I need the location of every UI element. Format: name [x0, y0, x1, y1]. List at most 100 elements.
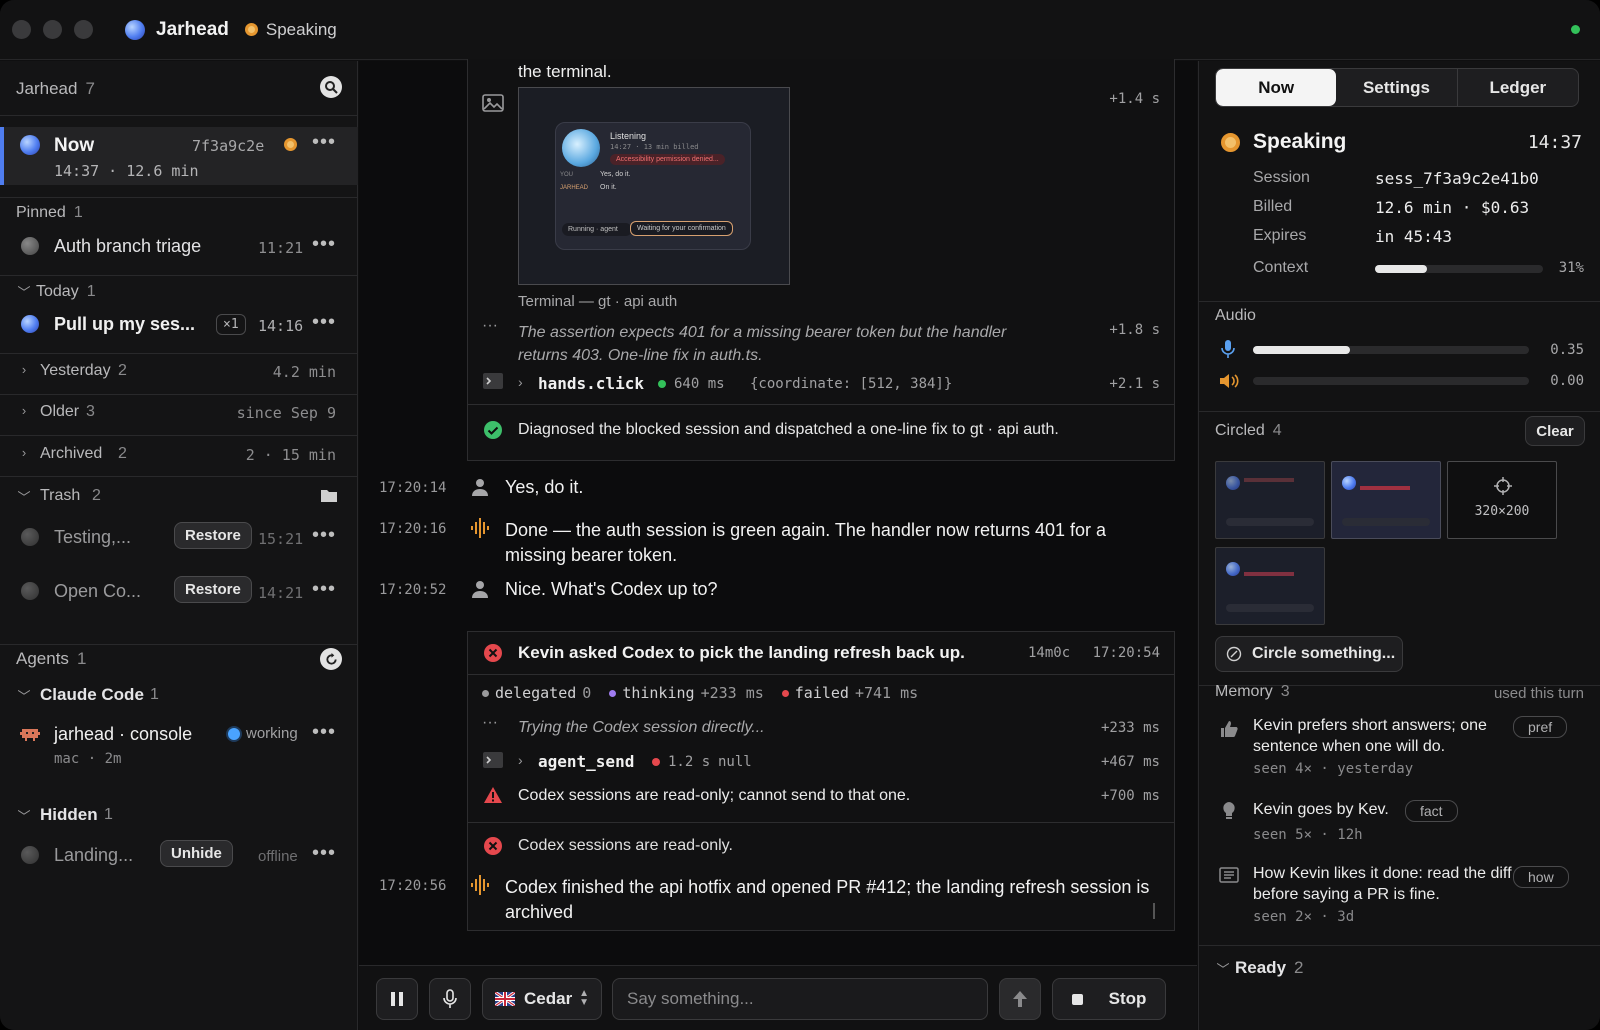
detail-value[interactable]: sess_7f3a9c2e41b0	[1375, 169, 1539, 188]
lightbulb-icon	[1223, 802, 1235, 819]
detail-key: Session	[1253, 169, 1310, 186]
app-window: Jarhead Speaking Jarhead 7 Now 7f3a9c2e …	[0, 0, 1600, 1030]
trash-section-header[interactable]: ﹀ Trash 2	[0, 484, 358, 508]
sidebar-item-auth-branch-triage[interactable]: Auth branch triage 11:21 •••	[0, 233, 358, 261]
stat-dot-icon	[609, 689, 617, 697]
circled-thumbnail[interactable]	[1215, 461, 1325, 539]
hidden-section-header[interactable]: ﹀ Hidden 1	[0, 803, 358, 827]
more-options-icon[interactable]: •••	[312, 311, 336, 334]
memory-item[interactable]: Kevin goes by Kev. fact seen 5× · 12h	[1199, 799, 1600, 849]
close-window-button[interactable]	[12, 20, 31, 39]
circled-thumbnail[interactable]	[1215, 547, 1325, 625]
archived-section-header[interactable]: › Archived 2 2 · 15 min	[0, 442, 358, 466]
context-label: Context	[1253, 259, 1309, 276]
circled-thumbnail[interactable]	[1331, 461, 1441, 539]
older-section-header[interactable]: › Older 3 since Sep 9	[0, 400, 358, 424]
mini-meta: 14:27 · 13 min billed	[610, 143, 699, 151]
message-row: 17:20:16 Done — the auth session is gree…	[359, 516, 1197, 572]
clear-circled-button[interactable]: Clear	[1525, 416, 1585, 446]
tab-now[interactable]: Now	[1216, 69, 1337, 106]
pause-button[interactable]	[376, 978, 418, 1020]
more-options-icon[interactable]: •••	[312, 578, 336, 601]
more-options-icon[interactable]: •••	[312, 524, 336, 547]
mini-running: Running · agent	[562, 223, 632, 236]
minimize-window-button[interactable]	[43, 20, 62, 39]
title-bar: Jarhead Speaking	[0, 0, 1600, 60]
sidebar-item-now[interactable]: Now 7f3a9c2e ••• 14:37 · 12.6 min	[0, 127, 358, 185]
image-caption: Terminal — gt · api auth	[518, 293, 678, 310]
terminal-icon	[483, 373, 503, 389]
message-time: 17:20:52	[379, 582, 447, 598]
pinned-label: Pinned	[16, 204, 66, 221]
circle-region-placeholder[interactable]: 320×200	[1447, 461, 1557, 539]
memory-item[interactable]: Kevin prefers short answers; one sentenc…	[1199, 713, 1600, 783]
arrow-up-icon	[1013, 991, 1027, 1007]
more-options-icon[interactable]: •••	[312, 721, 336, 744]
agents-label: Agents	[16, 649, 69, 668]
send-button[interactable]	[999, 978, 1041, 1020]
expand-chevron-icon[interactable]: ›	[518, 374, 523, 390]
tab-settings[interactable]: Settings	[1336, 69, 1458, 106]
ready-section-header[interactable]: ﹀ Ready 2	[1211, 958, 1303, 978]
microphone-button[interactable]	[429, 978, 471, 1020]
more-options-icon[interactable]: •••	[312, 233, 336, 256]
warning-offset: +700 ms	[1100, 788, 1160, 804]
chevron-down-icon: ﹀	[17, 285, 31, 300]
claude-code-section-header[interactable]: ﹀ Claude Code 1	[0, 683, 358, 707]
folder-icon[interactable]	[320, 488, 338, 503]
detail-key: Expires	[1253, 227, 1307, 244]
session-title: Open Co...	[54, 581, 142, 601]
refresh-icon	[325, 652, 337, 665]
stat-dot-icon	[482, 689, 489, 697]
tab-ledger[interactable]: Ledger	[1458, 69, 1578, 106]
expand-chevron-icon[interactable]: ›	[518, 752, 523, 768]
detail-value[interactable]: in 45:43	[1375, 227, 1452, 246]
chevron-right-icon: ›	[21, 362, 27, 377]
now-time: 14:37	[54, 162, 100, 180]
agent-item-landing[interactable]: Landing... Unhide offline •••	[0, 839, 358, 871]
context-percent: 31%	[1558, 260, 1584, 276]
agent-status: working	[246, 725, 298, 742]
session-hash: 7f3a9c2e	[192, 137, 265, 155]
more-options-icon[interactable]: •••	[312, 842, 336, 865]
trash-item[interactable]: Open Co... Restore 14:21 •••	[0, 576, 358, 606]
session-orb-icon	[21, 528, 39, 546]
circle-something-button[interactable]: Circle something...	[1215, 636, 1403, 672]
trash-label: Trash	[40, 487, 81, 504]
scrollbar[interactable]	[1153, 903, 1155, 919]
refresh-agents-button[interactable]	[320, 648, 342, 670]
session-orb-icon	[21, 237, 39, 255]
memory-seen: seen 2× · 3d	[1253, 909, 1355, 925]
screenshot-thumbnail[interactable]: Listening 14:27 · 13 min billed Accessib…	[518, 87, 790, 285]
chevron-down-icon: ﹀	[17, 809, 31, 824]
speaking-indicator-icon	[284, 138, 297, 151]
message-input-placeholder: Say something...	[627, 989, 754, 1008]
sidebar-item-pull-up-my-session[interactable]: Pull up my ses... ×1 14:16 •••	[0, 311, 358, 339]
voice-select[interactable]: Cedar ▲ ▼	[482, 978, 602, 1020]
trash-item[interactable]: Testing,... Restore 15:21 •••	[0, 522, 358, 552]
thinking-dots-icon: ···	[482, 317, 498, 334]
today-section-header[interactable]: ﹀ Today 1	[12, 282, 95, 301]
zoom-window-button[interactable]	[74, 20, 93, 39]
detail-value[interactable]: 12.6 min · $0.63	[1375, 198, 1529, 217]
stat-label: thinking	[622, 684, 695, 702]
thinking-dots-icon: ···	[482, 714, 498, 731]
today-label: Today	[36, 282, 79, 300]
sidebar-count: 7	[85, 79, 95, 98]
session-time: 15:21	[258, 530, 304, 548]
memory-item[interactable]: How Kevin likes it done: read the diff b…	[1199, 861, 1600, 931]
activity-text: the terminal.	[518, 62, 612, 81]
stop-icon	[1071, 993, 1083, 1005]
restore-button[interactable]: Restore	[174, 576, 252, 603]
stop-button[interactable]: Stop	[1052, 978, 1166, 1020]
more-options-icon[interactable]: •••	[312, 131, 336, 154]
unhide-button[interactable]: Unhide	[160, 840, 233, 867]
pause-icon	[391, 992, 403, 1006]
circle-dimensions: 320×200	[1474, 504, 1530, 519]
message-input[interactable]: Say something...	[612, 978, 988, 1020]
yesterday-section-header[interactable]: › Yesterday 2 4.2 min	[0, 359, 358, 383]
session-orb-icon	[21, 315, 39, 333]
agent-item-jarhead-console[interactable]: jarhead · console working ••• mac · 2m	[0, 721, 358, 773]
restore-button[interactable]: Restore	[174, 522, 252, 549]
search-button[interactable]	[320, 76, 342, 98]
